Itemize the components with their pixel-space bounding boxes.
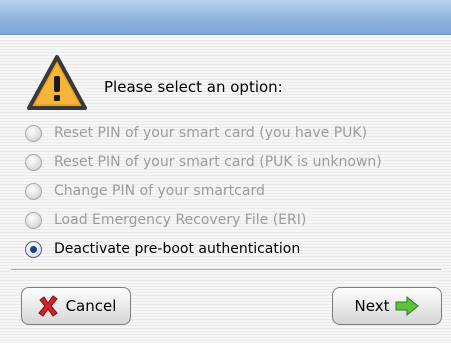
radio-button[interactable] (25, 124, 42, 142)
radio-button[interactable] (25, 211, 42, 229)
separator (11, 269, 441, 271)
option-label: Deactivate pre-boot authentication (54, 241, 301, 257)
option-reset-pin-with-puk[interactable]: Reset PIN of your smart card (you have P… (25, 121, 367, 145)
radio-button[interactable] (25, 153, 42, 171)
red-x-icon (36, 294, 60, 318)
option-label: Load Emergency Recovery File (ERI) (54, 212, 307, 228)
option-change-pin[interactable]: Change PIN of your smartcard (25, 179, 265, 203)
window-titlebar[interactable] (0, 0, 451, 35)
option-label: Reset PIN of your smart card (you have P… (54, 125, 368, 141)
green-arrow-right-icon (395, 295, 420, 317)
radio-button-selected[interactable] (25, 240, 42, 258)
option-reset-pin-puk-unknown[interactable]: Reset PIN of your smart card (PUK is unk… (25, 150, 382, 174)
prompt-text: Please select an option: (104, 78, 283, 96)
next-button[interactable]: Next (332, 287, 442, 325)
cancel-button-label: Cancel (65, 297, 117, 315)
radio-button[interactable] (25, 182, 42, 200)
option-load-eri[interactable]: Load Emergency Recovery File (ERI) (25, 208, 306, 232)
warning-icon (26, 54, 88, 112)
option-label: Reset PIN of your smart card (PUK is unk… (54, 154, 382, 170)
option-deactivate-preboot[interactable]: Deactivate pre-boot authentication (25, 237, 300, 261)
option-label: Change PIN of your smartcard (54, 183, 265, 199)
cancel-button[interactable]: Cancel (21, 287, 131, 325)
next-button-label: Next (354, 297, 390, 315)
